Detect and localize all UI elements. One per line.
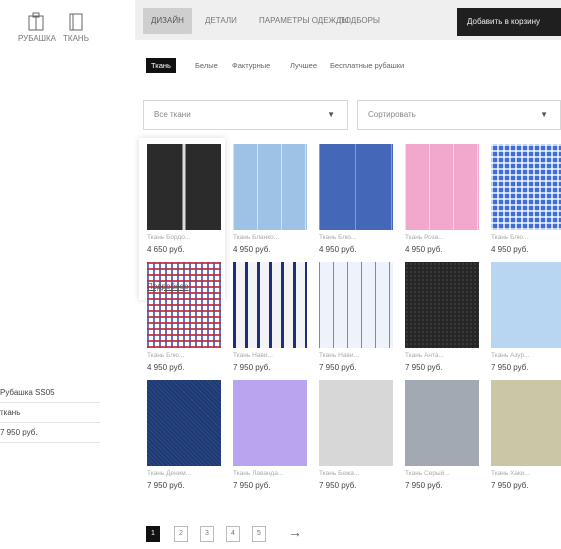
fabric-swatch[interactable] [147,262,221,348]
fabric-swatch[interactable] [319,262,393,348]
fabric-icon [69,13,83,31]
subtab-best[interactable]: Лучшее [290,58,317,73]
fabric-swatch[interactable] [405,262,479,348]
tab-picks[interactable]: ПОДБОРЫ [339,8,380,34]
fabric-caption: Ткань Бежа... [319,470,360,477]
fabric-price: 7 950 руб. [405,363,443,372]
fabric-swatch[interactable] [319,380,393,466]
fabric-tab[interactable]: ТКАНЬ [58,12,94,43]
fabric-caption: Ткань Нави... [233,352,273,359]
fabric-swatch[interactable] [491,262,561,348]
fabric-swatch[interactable] [147,380,221,466]
fabric-caption: Ткань Хаки... [491,470,530,477]
fabric-price: 7 950 руб. [491,363,529,372]
subtab-free[interactable]: Бесплатные рубашки [330,58,404,73]
summary-price: 7 950 руб. [0,424,100,443]
fabric-caption: Ткань Блю... [319,234,357,241]
fabric-swatch[interactable] [233,262,307,348]
tab-details[interactable]: ДЕТАЛИ [205,8,237,34]
fabric-caption: Ткань Азур... [491,352,530,359]
fabric-caption: Ткань Серый... [405,470,450,477]
page-1[interactable]: 1 [146,526,160,542]
shirt-tab[interactable]: РУБАШКА [18,12,56,43]
more-details-link[interactable]: Подробнее [147,282,189,291]
subtab-white[interactable]: Белые [195,58,218,73]
sort-select[interactable]: Сортировать ▼ [357,100,561,130]
fabric-price: 4 650 руб. [147,245,185,254]
add-to-cart-button[interactable]: Добавить в корзину [457,8,561,36]
fabric-swatch[interactable] [405,144,479,230]
tab-design[interactable]: ДИЗАЙН [143,8,192,34]
summary-fabric: ткань [0,404,100,423]
chevron-down-icon: ▼ [540,110,548,119]
fabric-caption: Ткань Бланко... [233,234,280,241]
fabric-price: 7 950 руб. [405,481,443,490]
fabric-caption: Ткань Нави... [319,352,359,359]
fabric-caption: Ткань Блю... [491,234,529,241]
fabric-filter-value: Все ткани [154,110,191,119]
fabric-swatch[interactable] [233,144,307,230]
shirt-label: РУБАШКА [18,34,56,43]
fabric-caption: Ткань Блю... [147,352,185,359]
page-3[interactable]: 3 [200,526,214,542]
fabric-price: 7 950 руб. [319,481,357,490]
page-5[interactable]: 5 [252,526,266,542]
fabric-label: ТКАНЬ [63,34,89,43]
next-page-arrow-icon[interactable]: → [288,524,302,540]
chevron-down-icon: ▼ [327,110,335,119]
fabric-swatch[interactable] [233,380,307,466]
fabric-caption: Ткань Бордо... [147,234,191,241]
fabric-price: 4 950 руб. [319,245,357,254]
summary-shirt: Рубашка SS05 [0,384,100,403]
fabric-swatch[interactable] [491,144,561,230]
fabric-caption: Ткань Деним... [147,470,192,477]
fabric-price: 7 950 руб. [233,363,271,372]
fabric-swatch[interactable] [405,380,479,466]
fabric-price: 4 950 руб. [405,245,443,254]
fabric-filter-select[interactable]: Все ткани ▼ [143,100,348,130]
fabric-price: 4 950 руб. [233,245,271,254]
fabric-swatch[interactable] [147,144,221,230]
shirt-icon [28,12,44,31]
fabric-price: 7 950 руб. [147,481,185,490]
subtab-fabric[interactable]: Ткань [146,58,176,73]
fabric-price: 7 950 руб. [491,481,529,490]
fabric-swatch[interactable] [491,380,561,466]
subtab-textured[interactable]: Фактурные [232,58,270,73]
top-tab-bar: ДИЗАЙН ДЕТАЛИ ПАРАМЕТРЫ ОДЕЖДЫ ПОДБОРЫ Д… [135,0,561,40]
fabric-price: 7 950 руб. [233,481,271,490]
page-2[interactable]: 2 [174,526,188,542]
fabric-caption: Ткань Лаванда... [233,470,284,477]
fabric-price: 7 950 руб. [319,363,357,372]
page-4[interactable]: 4 [226,526,240,542]
fabric-caption: Ткань Анта... [405,352,444,359]
sort-value: Сортировать [368,110,416,119]
fabric-swatch[interactable] [319,144,393,230]
fabric-price: 4 950 руб. [491,245,529,254]
fabric-caption: Ткань Роза... [405,234,444,241]
tab-measurements[interactable]: ПАРАМЕТРЫ ОДЕЖДЫ [259,8,348,34]
fabric-price: 4 950 руб. [147,363,185,372]
